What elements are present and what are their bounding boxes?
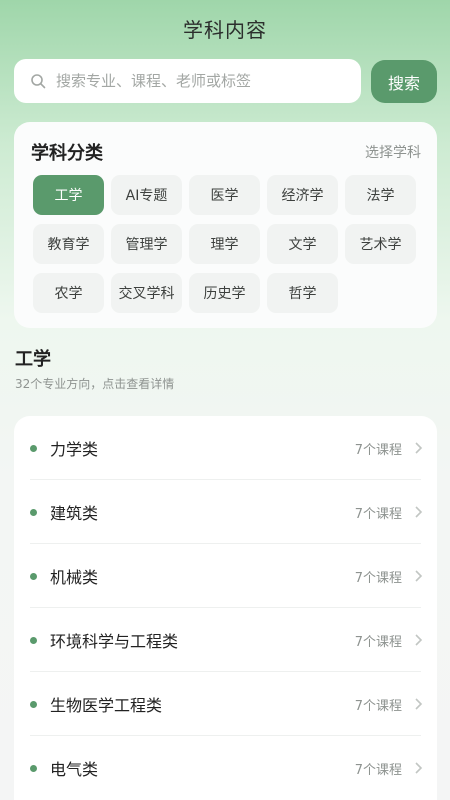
- chip-education[interactable]: 教育学: [33, 224, 104, 264]
- page-title: 学科内容: [183, 18, 267, 42]
- chevron-right-icon: [415, 762, 423, 774]
- chip-history[interactable]: 历史学: [189, 273, 260, 313]
- major-name: 环境科学与工程类: [50, 632, 179, 651]
- search-icon: [31, 74, 46, 89]
- search-input[interactable]: [56, 72, 346, 90]
- section-title: 工学: [15, 349, 51, 370]
- major-list: 力学类 7个课程 建筑类 7个课程 机械类 7个课程 环境科学与工程类 7个课程…: [14, 416, 437, 800]
- course-count: 7个课程: [354, 634, 402, 650]
- search-button[interactable]: 搜索: [371, 60, 437, 103]
- list-item[interactable]: 建筑类 7个课程: [14, 480, 437, 544]
- bullet-dot: [30, 636, 37, 644]
- course-count: 7个课程: [354, 442, 402, 458]
- chip-law[interactable]: 法学: [345, 175, 416, 215]
- bullet-dot: [30, 764, 37, 772]
- list-item[interactable]: 环境科学与工程类 7个课程: [14, 608, 437, 672]
- chip-ai[interactable]: AI专题: [111, 175, 182, 215]
- major-name: 电气类: [50, 760, 99, 779]
- major-name: 力学类: [50, 440, 99, 459]
- chip-art[interactable]: 艺术学: [345, 224, 416, 264]
- category-card: 学科分类 选择学科 工学 AI专题 医学 经济学 法学 教育学 管理学 理学 文…: [14, 122, 437, 328]
- chip-management[interactable]: 管理学: [111, 224, 182, 264]
- course-count: 7个课程: [354, 698, 402, 714]
- search-box[interactable]: [14, 59, 361, 103]
- chip-medicine[interactable]: 医学: [189, 175, 260, 215]
- chevron-right-icon: [415, 698, 423, 710]
- chip-economics[interactable]: 经济学: [267, 175, 338, 215]
- bullet-dot: [30, 700, 37, 708]
- major-name: 生物医学工程类: [50, 696, 163, 715]
- chip-interdisciplinary[interactable]: 交叉学科: [111, 273, 182, 313]
- list-item[interactable]: 电气类 7个课程: [14, 736, 437, 800]
- chip-science[interactable]: 理学: [189, 224, 260, 264]
- chip-engineering[interactable]: 工学: [33, 175, 104, 215]
- chevron-right-icon: [415, 634, 423, 646]
- chevron-right-icon: [415, 570, 423, 582]
- bullet-dot: [30, 508, 37, 516]
- list-item[interactable]: 机械类 7个课程: [14, 544, 437, 608]
- major-name: 机械类: [50, 568, 99, 587]
- section-subtitle: 32个专业方向，点击查看详情: [15, 377, 175, 391]
- course-count: 7个课程: [354, 570, 402, 586]
- major-name: 建筑类: [50, 504, 99, 523]
- select-subject-link[interactable]: 选择学科: [365, 142, 421, 162]
- category-title: 学科分类: [31, 143, 103, 164]
- chip-philosophy[interactable]: 哲学: [267, 273, 338, 313]
- course-count: 7个课程: [354, 762, 402, 778]
- bullet-dot: [30, 444, 37, 452]
- chip-literature[interactable]: 文学: [267, 224, 338, 264]
- bullet-dot: [30, 572, 37, 580]
- list-item[interactable]: 生物医学工程类 7个课程: [14, 672, 437, 736]
- list-item[interactable]: 力学类 7个课程: [14, 416, 437, 480]
- chip-agriculture[interactable]: 农学: [33, 273, 104, 313]
- course-count: 7个课程: [354, 506, 402, 522]
- chevron-right-icon: [415, 442, 423, 454]
- chevron-right-icon: [415, 506, 423, 518]
